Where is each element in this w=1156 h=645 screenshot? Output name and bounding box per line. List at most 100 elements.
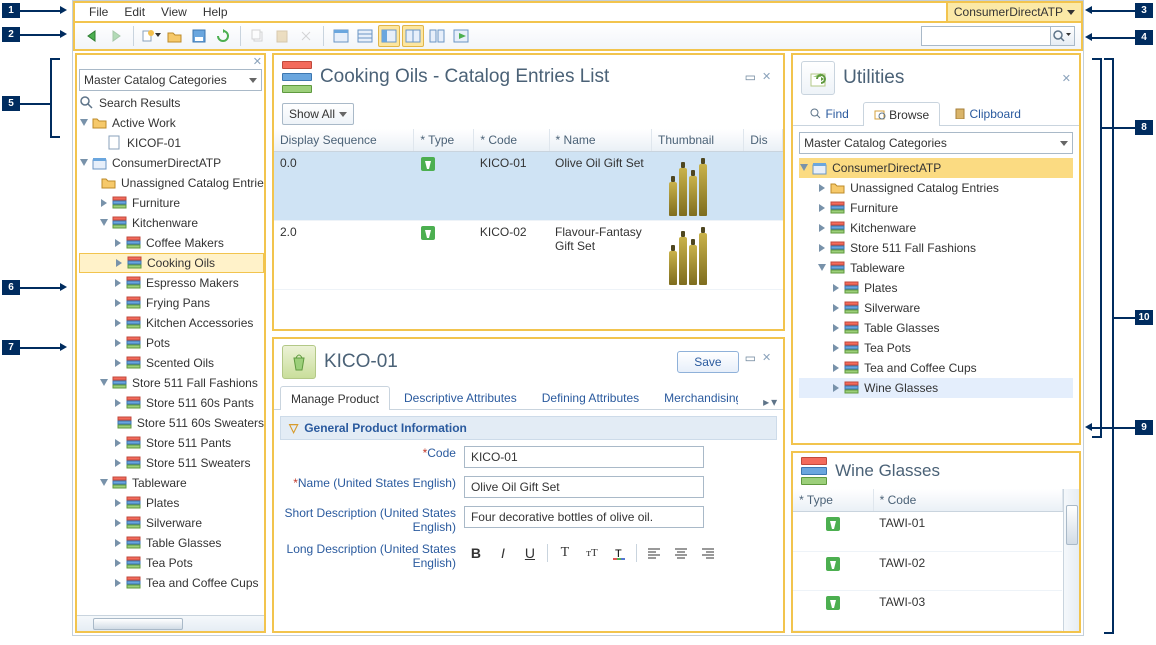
menu-view[interactable]: View <box>153 3 195 21</box>
tree-item[interactable]: Tableware <box>799 258 1073 278</box>
tabs-scroll-right-icon[interactable]: ▸ <box>763 395 769 409</box>
font-size-up-button[interactable]: T <box>553 542 577 564</box>
tree-item[interactable]: Kitchen Accessories <box>79 313 264 333</box>
save-button[interactable] <box>188 25 210 47</box>
tree-item[interactable]: Unassigned Catalog Entries <box>799 178 1073 198</box>
tree-item[interactable]: Coffee Makers <box>79 233 264 253</box>
tree-item[interactable]: Cooking Oils <box>79 253 264 273</box>
align-left-button[interactable] <box>642 542 666 564</box>
column-header[interactable]: * Type <box>793 489 873 512</box>
back-button[interactable] <box>81 25 103 47</box>
column-header[interactable]: Thumbnail <box>652 129 744 152</box>
italic-button[interactable]: I <box>491 542 515 564</box>
explorer-filter-combo[interactable]: Master Catalog Categories <box>79 69 262 91</box>
menu-file[interactable]: File <box>81 3 116 21</box>
table-row[interactable]: TAWI-03 <box>793 591 1062 631</box>
column-header[interactable]: Dis <box>744 129 783 152</box>
short-desc-field[interactable] <box>464 506 704 528</box>
forward-button[interactable] <box>105 25 127 47</box>
tab-defining-attrs[interactable]: Defining Attributes <box>531 385 650 409</box>
tree-item[interactable]: Store 511 Fall Fashions <box>79 373 264 393</box>
align-right-button[interactable] <box>696 542 720 564</box>
tree-item[interactable]: Store 511 Pants <box>79 433 264 453</box>
align-center-button[interactable] <box>669 542 693 564</box>
tree-item[interactable]: Tea Pots <box>799 338 1073 358</box>
column-header[interactable]: Display Sequence <box>274 129 414 152</box>
tree-item[interactable]: Store 511 60s Pants <box>79 393 264 413</box>
store-selector[interactable]: ConsumerDirectATP <box>946 3 1081 21</box>
tree-item[interactable]: Pots <box>79 333 264 353</box>
table-row[interactable]: TAWI-01 <box>793 512 1062 552</box>
tree-item[interactable]: KICOF-01 <box>79 133 264 153</box>
tree-item[interactable]: Silverware <box>79 513 264 533</box>
tree-item[interactable]: Tableware <box>79 473 264 493</box>
column-header[interactable]: * Name <box>549 129 651 152</box>
section-general-info[interactable]: ▽ General Product Information <box>280 416 777 440</box>
utilities-filter-combo[interactable]: Master Catalog Categories <box>799 132 1073 154</box>
column-header[interactable]: * Code <box>474 129 549 152</box>
tree-item[interactable]: Tea and Coffee Cups <box>799 358 1073 378</box>
underline-button[interactable]: U <box>518 542 542 564</box>
tree-active-work[interactable]: Active Work <box>79 113 264 133</box>
refresh-button[interactable] <box>212 25 234 47</box>
name-field[interactable] <box>464 476 704 498</box>
column-header[interactable]: * Type <box>414 129 474 152</box>
tree-item[interactable]: Store 511 Fall Fashions <box>799 238 1073 258</box>
cut-button[interactable] <box>295 25 317 47</box>
close-icon[interactable]: ✕ <box>253 55 262 69</box>
tab-browse[interactable]: Browse <box>863 102 940 126</box>
tree-item[interactable]: Unassigned Catalog Entries <box>79 173 264 193</box>
column-header[interactable]: * Code <box>873 489 1062 512</box>
view-columns-button[interactable] <box>426 25 448 47</box>
minimize-icon[interactable]: ▭ <box>745 70 756 84</box>
view-tree-button[interactable] <box>330 25 352 47</box>
tree-item[interactable]: Plates <box>79 493 264 513</box>
close-icon[interactable]: ✕ <box>762 351 771 373</box>
tree-item[interactable]: Tea and Coffee Cups <box>79 573 264 593</box>
tab-manage-product[interactable]: Manage Product <box>280 386 390 410</box>
code-field[interactable] <box>464 446 704 468</box>
show-all-button[interactable]: Show All <box>282 103 354 125</box>
search-button[interactable] <box>1051 26 1075 46</box>
tree-item[interactable]: Scented Oils <box>79 353 264 373</box>
tab-find[interactable]: Find <box>799 101 860 125</box>
horizontal-scrollbar[interactable] <box>77 615 264 631</box>
tab-descriptive-attrs[interactable]: Descriptive Attributes <box>393 385 528 409</box>
tree-item[interactable]: Plates <box>799 278 1073 298</box>
font-size-down-button[interactable]: ᴛT <box>580 542 604 564</box>
tree-item[interactable]: Store 511 Sweaters <box>79 453 264 473</box>
open-button[interactable] <box>164 25 186 47</box>
close-icon[interactable]: ✕ <box>762 70 771 84</box>
minimize-icon[interactable]: ▭ <box>745 351 756 373</box>
tree-item[interactable]: Silverware <box>799 298 1073 318</box>
table-row[interactable]: TAWI-02 <box>793 551 1062 591</box>
bold-button[interactable]: B <box>464 542 488 564</box>
tab-merchandising[interactable]: Merchandising <box>653 385 739 409</box>
tree-item[interactable]: Wine Glasses <box>799 378 1073 398</box>
search-input[interactable] <box>921 26 1051 46</box>
paste-button[interactable] <box>271 25 293 47</box>
tree-store-root[interactable]: ConsumerDirectATP <box>79 153 264 173</box>
copy-button[interactable] <box>247 25 269 47</box>
tree-search-results[interactable]: Search Results <box>79 93 264 113</box>
view-export-button[interactable] <box>450 25 472 47</box>
table-row[interactable]: 2.0 KICO-02 Flavour-Fantasy Gift Set <box>274 221 783 290</box>
tree-store-root[interactable]: ConsumerDirectATP <box>799 158 1073 178</box>
table-row[interactable]: 0.0 KICO-01 Olive Oil Gift Set <box>274 152 783 221</box>
tree-item[interactable]: Tea Pots <box>79 553 264 573</box>
tree-item[interactable]: Table Glasses <box>799 318 1073 338</box>
vertical-scrollbar[interactable] <box>1063 489 1079 631</box>
view-split-button[interactable] <box>402 25 424 47</box>
tree-item[interactable]: Kitchenware <box>79 213 264 233</box>
tree-item[interactable]: Espresso Makers <box>79 273 264 293</box>
new-button[interactable] <box>140 25 162 47</box>
font-color-button[interactable]: T <box>607 542 631 564</box>
tree-item[interactable]: Frying Pans <box>79 293 264 313</box>
menu-help[interactable]: Help <box>195 3 236 21</box>
close-icon[interactable]: ✕ <box>1062 72 1071 85</box>
tree-item[interactable]: Furniture <box>799 198 1073 218</box>
tree-item[interactable]: Kitchenware <box>799 218 1073 238</box>
menu-edit[interactable]: Edit <box>116 3 153 21</box>
tree-item[interactable]: Store 511 60s Sweaters <box>79 413 264 433</box>
tree-item[interactable]: Table Glasses <box>79 533 264 553</box>
